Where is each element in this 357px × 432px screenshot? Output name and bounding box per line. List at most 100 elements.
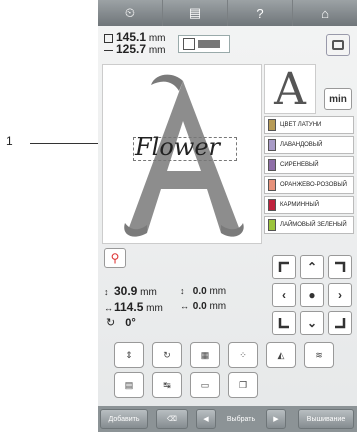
thread-color-row[interactable]: СИРЕНЕВЫЙ bbox=[264, 156, 354, 174]
horizontal-size-unit: mm bbox=[146, 303, 163, 314]
arrow-right-icon: ▶ bbox=[273, 416, 279, 423]
text-frame-button[interactable]: ▭ bbox=[190, 372, 220, 398]
move-down-left-button[interactable] bbox=[272, 311, 296, 335]
position-offset-readout: ↕ 0.0 mm ↔ 0.0 mm bbox=[180, 284, 226, 314]
thread-color-row[interactable]: ОРАНЖЕВО-РОЗОВЫЙ bbox=[264, 176, 354, 194]
density-icon: ▦ bbox=[200, 349, 210, 360]
corner-up-left-icon bbox=[278, 261, 289, 272]
character-spacing-button[interactable]: ↹ bbox=[152, 372, 182, 398]
width-icon bbox=[104, 49, 113, 51]
move-left-button[interactable]: ‹ bbox=[272, 283, 296, 307]
array-icon: ⁘ bbox=[239, 349, 247, 360]
vertical-offset-unit: mm bbox=[209, 286, 227, 297]
horizontal-offset-unit: mm bbox=[209, 301, 227, 312]
horizontal-offset-value: 0.0 bbox=[192, 301, 207, 312]
eraser-button[interactable]: ⌫ bbox=[156, 409, 188, 429]
home-icon[interactable]: ⌂ bbox=[293, 0, 357, 26]
select-label: Выбрать bbox=[218, 409, 264, 429]
thread-color-row[interactable]: ЛАВАНДОВЫЙ bbox=[264, 136, 354, 154]
thread-color-label: СИРЕНЕВЫЙ bbox=[280, 162, 319, 168]
frame-square-icon bbox=[183, 38, 195, 50]
help-icon[interactable]: ? bbox=[228, 0, 293, 26]
horizontal-size-icon: ↔ bbox=[104, 303, 113, 313]
corner-up-right-icon bbox=[335, 261, 346, 272]
color-swatch bbox=[268, 219, 276, 231]
thread-color-label: ЛАВАНДОВЫЙ bbox=[280, 142, 323, 148]
bottom-bar: Добавить ⌫ ◀ Выбрать ▶ Вышивание bbox=[98, 406, 357, 432]
mirror-icon: ◭ bbox=[277, 349, 285, 360]
text-array-button[interactable]: ▤ bbox=[114, 372, 144, 398]
move-down-button[interactable]: ⌄ bbox=[300, 311, 324, 335]
clock-icon[interactable]: ⏲ bbox=[98, 0, 163, 26]
resize-button[interactable]: ⇕ bbox=[114, 342, 144, 368]
color-swatch bbox=[268, 199, 276, 211]
rotation-value: 0° bbox=[125, 317, 136, 329]
move-right-button[interactable]: › bbox=[328, 283, 352, 307]
flower-text: Flower bbox=[135, 133, 220, 161]
add-button[interactable]: Добавить bbox=[100, 409, 148, 429]
vertical-size-unit: mm bbox=[140, 287, 157, 298]
border-button[interactable]: ≋ bbox=[304, 342, 334, 368]
copy-button[interactable]: ❐ bbox=[228, 372, 258, 398]
character-spacing-icon: ↹ bbox=[163, 379, 171, 390]
rotate-button[interactable]: ↻ bbox=[152, 342, 182, 368]
pattern-preview[interactable]: Flower bbox=[102, 64, 262, 244]
thread-color-row[interactable]: ЦВЕТ ЛАТУНИ bbox=[264, 116, 354, 134]
frame-bar-icon bbox=[198, 40, 220, 48]
center-dot-icon: ● bbox=[308, 288, 316, 302]
move-up-button[interactable]: ⌃ bbox=[300, 255, 324, 279]
corner-down-right-icon bbox=[335, 318, 346, 329]
color-swatch bbox=[268, 179, 276, 191]
thread-color-row[interactable]: ЛАЙМОВЫЙ ЗЕЛЕНЫЙ bbox=[264, 216, 354, 234]
move-down-right-button[interactable] bbox=[328, 311, 352, 335]
width-value: 125.7 bbox=[116, 42, 147, 56]
callout-number: 1 bbox=[6, 134, 13, 148]
embroidery-frame-button[interactable] bbox=[178, 35, 230, 53]
arrow-left-icon: ‹ bbox=[282, 288, 286, 302]
text-frame-icon: ▭ bbox=[200, 379, 210, 390]
pin-icon: ⚲ bbox=[110, 251, 120, 265]
height-icon bbox=[104, 33, 113, 43]
color-swatch bbox=[268, 139, 276, 151]
selection-size-readout: ↕ 30.9 mm ↔114.5 mm bbox=[104, 284, 163, 316]
resize-icon: ⇕ bbox=[125, 349, 133, 360]
vertical-size-value: 30.9 bbox=[114, 284, 138, 298]
arrow-left-icon: ◀ bbox=[203, 416, 209, 423]
vertical-size-icon: ↕ bbox=[104, 287, 109, 297]
select-next-button[interactable]: ▶ bbox=[266, 409, 286, 429]
arrow-down-icon: ⌄ bbox=[306, 316, 318, 330]
horizontal-size-value: 114.5 bbox=[114, 300, 144, 314]
color-swatch bbox=[268, 159, 276, 171]
move-up-left-button[interactable] bbox=[272, 255, 296, 279]
thread-color-row[interactable]: КАРМИННЫЙ bbox=[264, 196, 354, 214]
rotation-icon: ↻ bbox=[106, 317, 116, 329]
thread-color-list: ЦВЕТ ЛАТУНИ ЛАВАНДОВЫЙ СИРЕНЕВЫЙ ОРАНЖЕВ… bbox=[264, 116, 354, 236]
thread-color-label: КАРМИННЫЙ bbox=[280, 202, 320, 208]
eraser-icon: ⌫ bbox=[167, 416, 177, 423]
needle-point-button[interactable]: ⚲ bbox=[104, 248, 126, 268]
density-button[interactable]: ▦ bbox=[190, 342, 220, 368]
embroider-button[interactable]: Вышивание bbox=[298, 409, 354, 429]
array-button[interactable]: ⁘ bbox=[228, 342, 258, 368]
window-icon bbox=[332, 40, 344, 50]
corner-down-left-icon bbox=[278, 318, 289, 329]
rotation-readout: ↻ 0° bbox=[106, 316, 136, 329]
document-icon[interactable]: ▤ bbox=[163, 0, 228, 26]
top-toolbar: ⏲ ▤ ? ⌂ bbox=[98, 0, 357, 26]
arrow-right-icon: › bbox=[338, 288, 342, 302]
mirror-button[interactable]: ◭ bbox=[266, 342, 296, 368]
color-swatch bbox=[268, 119, 276, 131]
move-up-right-button[interactable] bbox=[328, 255, 352, 279]
arrow-up-icon: ⌃ bbox=[306, 260, 318, 274]
text-array-icon: ▤ bbox=[124, 379, 134, 390]
copy-icon: ❐ bbox=[238, 379, 248, 390]
thread-color-label: ЛАЙМОВЫЙ ЗЕЛЕНЫЙ bbox=[280, 222, 347, 228]
thread-color-label: ЦВЕТ ЛАТУНИ bbox=[280, 122, 322, 128]
center-button[interactable]: ● bbox=[300, 283, 324, 307]
select-previous-button[interactable]: ◀ bbox=[196, 409, 216, 429]
height-unit: mm bbox=[148, 33, 166, 44]
layout-view-button[interactable] bbox=[326, 34, 350, 56]
border-icon: ≋ bbox=[315, 349, 323, 360]
embroidery-edit-panel: ⏲ ▤ ? ⌂ 145.1 mm 125.7 mm Flower A min Ц… bbox=[98, 0, 357, 432]
min-button[interactable]: min bbox=[324, 88, 352, 110]
